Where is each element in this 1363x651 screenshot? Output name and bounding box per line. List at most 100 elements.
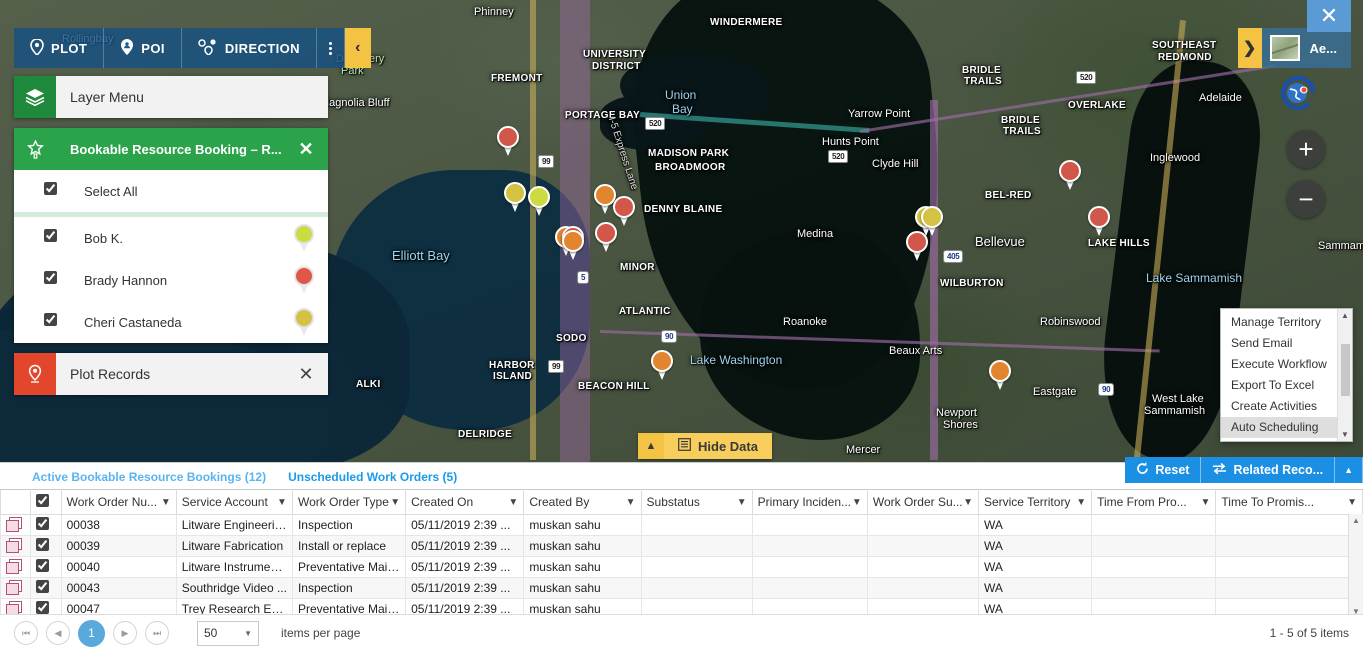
row-checkbox[interactable]: [36, 538, 50, 551]
resource-row[interactable]: Bob K.: [14, 217, 328, 259]
context-menu-item[interactable]: Execute Workflow: [1221, 354, 1337, 375]
row-open-cell[interactable]: [0, 556, 32, 578]
action-bar-collapse-button[interactable]: ▲: [1335, 457, 1363, 483]
filter-icon[interactable]: ▼: [852, 497, 862, 508]
table-row[interactable]: 00040 Litware Instrumen... Preventative Ma…: [0, 556, 1363, 578]
open-record-icon[interactable]: [6, 559, 22, 574]
column-header[interactable]: Service Account ▼: [175, 489, 293, 515]
open-record-icon[interactable]: [6, 580, 22, 595]
row-checkbox[interactable]: [36, 601, 50, 614]
zoom-in-button[interactable]: +: [1287, 130, 1325, 168]
scrollbar-thumb[interactable]: [1340, 344, 1350, 396]
plot-records-close-button[interactable]: ✕: [284, 364, 328, 385]
resource-row[interactable]: Cheri Castaneda: [14, 301, 328, 343]
column-header[interactable]: Primary Inciden... ▼: [751, 489, 868, 515]
row-select-cell[interactable]: [30, 535, 62, 557]
reset-button[interactable]: Reset: [1125, 457, 1202, 483]
map-pin[interactable]: [595, 222, 617, 252]
booking-layer-close-button[interactable]: ✕: [284, 139, 328, 160]
row-open-cell[interactable]: [0, 535, 32, 557]
header-select-all-checkbox[interactable]: [36, 494, 50, 507]
row-select-cell[interactable]: [30, 514, 62, 536]
pager-last-button[interactable]: ⏭: [145, 621, 169, 645]
basemap-expand-button[interactable]: ❯: [1237, 28, 1262, 68]
resource-checkbox[interactable]: [44, 271, 66, 289]
context-menu-item[interactable]: Create Activities: [1221, 396, 1337, 417]
map-pin[interactable]: [1059, 160, 1081, 190]
map-pin[interactable]: [989, 360, 1011, 390]
table-row[interactable]: 00039 Litware Fabrication Install or repla…: [0, 535, 1363, 557]
column-header[interactable]: Service Territory ▼: [977, 489, 1093, 515]
toolbar-direction-button[interactable]: DIRECTION: [182, 28, 317, 68]
toolbar-more-button[interactable]: [317, 28, 345, 68]
context-menu-item[interactable]: Manage Territory: [1221, 312, 1337, 333]
grid-tab[interactable]: Active Bookable Resource Bookings (12): [32, 470, 266, 484]
resource-checkbox[interactable]: [44, 229, 66, 247]
context-menu-item[interactable]: Auto Scheduling: [1221, 417, 1337, 438]
context-menu[interactable]: Manage Territory Send Email Execute Workfl…: [1220, 308, 1353, 442]
open-record-icon[interactable]: [6, 601, 22, 616]
column-header[interactable]: Substatus ▼: [640, 489, 753, 515]
basemap-aerial-button[interactable]: Ae...: [1261, 28, 1351, 68]
map-pin[interactable]: [562, 230, 584, 260]
row-select-cell[interactable]: [30, 577, 62, 599]
booking-layer-header[interactable]: Bookable Resource Booking – R... ✕: [14, 128, 328, 170]
column-header[interactable]: Work Order Nu... ▼: [60, 489, 177, 515]
page-size-select[interactable]: 50 ▼: [197, 620, 259, 646]
map-pin[interactable]: [1088, 206, 1110, 236]
map-pin[interactable]: [504, 182, 526, 212]
filter-icon[interactable]: ▼: [1200, 497, 1210, 508]
column-header[interactable]: Work Order Su... ▼: [866, 489, 979, 515]
map-pin[interactable]: [651, 350, 673, 380]
map-close-button[interactable]: ✕: [1307, 0, 1351, 32]
open-record-icon[interactable]: [6, 538, 22, 553]
related-records-button[interactable]: Related Reco...: [1201, 457, 1336, 483]
toolbar-plot-button[interactable]: PLOT: [14, 28, 105, 68]
filter-icon[interactable]: ▼: [277, 497, 287, 508]
map-pin[interactable]: [528, 186, 550, 216]
context-menu-scrollbar[interactable]: ▲ ▼: [1337, 309, 1352, 441]
resource-row[interactable]: Brady Hannon: [14, 259, 328, 301]
filter-icon[interactable]: ▼: [963, 497, 973, 508]
toolbar-poi-button[interactable]: POI: [104, 28, 182, 68]
pager-next-button[interactable]: ▶: [113, 621, 137, 645]
row-checkbox[interactable]: [36, 580, 50, 593]
filter-icon[interactable]: ▼: [626, 497, 636, 508]
row-open-cell[interactable]: [0, 514, 32, 536]
column-header[interactable]: Created On ▼: [405, 489, 525, 515]
row-open-cell[interactable]: [0, 577, 32, 599]
row-select-cell[interactable]: [30, 556, 62, 578]
select-all-checkbox[interactable]: [44, 182, 66, 200]
grid-tab[interactable]: Unscheduled Work Orders (5): [288, 470, 457, 484]
column-header[interactable]: Work Order Type ▼: [291, 489, 407, 515]
filter-icon[interactable]: ▼: [390, 497, 400, 508]
row-checkbox[interactable]: [36, 559, 50, 572]
scroll-down-icon[interactable]: ▼: [1341, 428, 1349, 441]
filter-icon[interactable]: ▼: [1347, 497, 1357, 508]
zoom-out-button[interactable]: −: [1287, 180, 1325, 218]
select-all-col-header[interactable]: [30, 489, 62, 515]
filter-icon[interactable]: ▼: [508, 497, 518, 508]
context-menu-item[interactable]: Export To Excel: [1221, 375, 1337, 396]
open-record-icon[interactable]: [6, 517, 22, 532]
map-pin[interactable]: [497, 126, 519, 156]
resource-checkbox[interactable]: [44, 313, 66, 331]
scroll-up-icon[interactable]: ▲: [1341, 309, 1349, 322]
map-pin[interactable]: [906, 231, 928, 261]
hide-data-button[interactable]: ▲ Hide Data: [638, 433, 772, 459]
filter-icon[interactable]: ▼: [161, 497, 171, 508]
grid-scroll-up-icon[interactable]: ▲: [1352, 514, 1360, 527]
table-row[interactable]: 00043 Southridge Video ... Inspection 05/11…: [0, 577, 1363, 599]
select-all-row[interactable]: Select All: [14, 170, 328, 212]
pager-prev-button[interactable]: ◀: [46, 621, 70, 645]
pager-first-button[interactable]: ⏮: [14, 621, 38, 645]
layer-menu-header[interactable]: Layer Menu: [14, 76, 328, 118]
pager-page-1-button[interactable]: 1: [78, 619, 105, 647]
row-checkbox[interactable]: [36, 517, 50, 530]
context-menu-item[interactable]: Send Email: [1221, 333, 1337, 354]
table-row[interactable]: 00038 Litware Engineering Inspection 05/11/…: [0, 514, 1363, 536]
column-header[interactable]: Time From Pro... ▼: [1091, 489, 1217, 515]
filter-icon[interactable]: ▼: [737, 497, 747, 508]
toolbar-collapse-button[interactable]: ‹: [344, 28, 371, 68]
locate-button[interactable]: [1277, 72, 1319, 114]
